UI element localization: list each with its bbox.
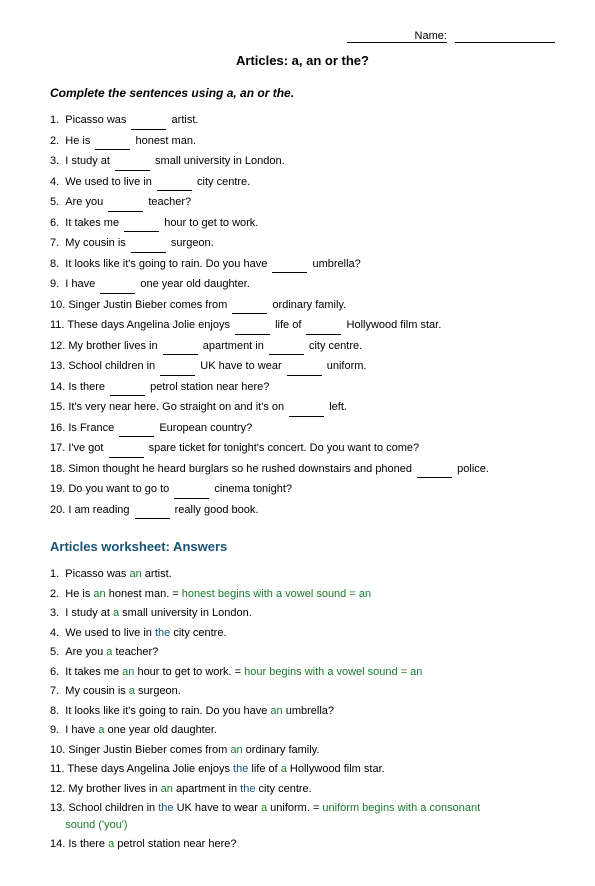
list-item: 9. I have one year old daughter. (50, 276, 555, 294)
list-item: 14. Is there a petrol station near here? (50, 836, 555, 853)
list-item: 10. Singer Justin Bieber comes from an o… (50, 742, 555, 759)
list-item: 9. I have a one year old daughter. (50, 722, 555, 739)
list-item: 18. Simon thought he heard burglars so h… (50, 461, 555, 479)
answers-title: Articles worksheet: Answers (50, 539, 555, 554)
answers-list: 1. Picasso was an artist. 2. He is an ho… (50, 566, 555, 853)
list-item: 11. These days Angelina Jolie enjoys lif… (50, 317, 555, 335)
list-item: 13. School children in the UK have to we… (50, 800, 555, 833)
list-item: 12. My brother lives in an apartment in … (50, 781, 555, 798)
list-item: 5. Are you teacher? (50, 194, 555, 212)
list-item: 3. I study at small university in London… (50, 153, 555, 171)
name-label: Name: (347, 30, 447, 43)
list-item: 7. My cousin is a surgeon. (50, 683, 555, 700)
list-item: 17. I've got spare ticket for tonight's … (50, 440, 555, 458)
list-item: 5. Are you a teacher? (50, 644, 555, 661)
list-item: 1. Picasso was an artist. (50, 566, 555, 583)
list-item: 2. He is an honest man. = honest begins … (50, 586, 555, 603)
list-item: 19. Do you want to go to cinema tonight? (50, 481, 555, 499)
list-item: 10. Singer Justin Bieber comes from ordi… (50, 297, 555, 315)
list-item: 8. It looks like it's going to rain. Do … (50, 256, 555, 274)
name-line: Name: (50, 30, 555, 43)
list-item: 3. I study at a small university in Lond… (50, 605, 555, 622)
list-item: 13. School children in UK have to wear u… (50, 358, 555, 376)
list-item: 6. It takes me hour to get to work. (50, 215, 555, 233)
list-item: 14. Is there petrol station near here? (50, 379, 555, 397)
list-item: 2. He is honest man. (50, 133, 555, 151)
list-item: 20. I am reading really good book. (50, 502, 555, 520)
list-item: 11. These days Angelina Jolie enjoys the… (50, 761, 555, 778)
list-item: 8. It looks like it's going to rain. Do … (50, 703, 555, 720)
list-item: 4. We used to live in the city centre. (50, 625, 555, 642)
main-title: Articles: a, an or the? (50, 53, 555, 68)
list-item: 6. It takes me an hour to get to work. =… (50, 664, 555, 681)
questions-list: 1. Picasso was artist. 2. He is honest m… (50, 112, 555, 519)
list-item: 7. My cousin is surgeon. (50, 235, 555, 253)
section1-title: Complete the sentences using a, an or th… (50, 86, 555, 100)
list-item: 16. Is France European country? (50, 420, 555, 438)
list-item: 15. It's very near here. Go straight on … (50, 399, 555, 417)
name-blank (455, 30, 555, 43)
list-item: 4. We used to live in city centre. (50, 174, 555, 192)
list-item: 1. Picasso was artist. (50, 112, 555, 130)
list-item: 12. My brother lives in apartment in cit… (50, 338, 555, 356)
